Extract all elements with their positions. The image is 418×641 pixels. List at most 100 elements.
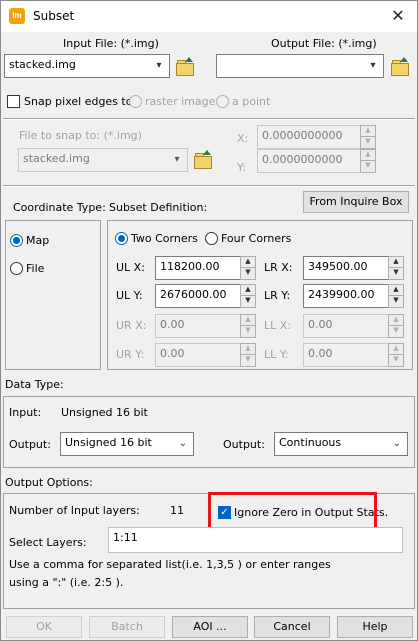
batch-button[interactable]: Batch <box>89 616 165 638</box>
num-input-layers-label: Number of Input layers: <box>9 504 140 517</box>
ul-y-value: 2676000.00 <box>160 288 227 301</box>
highlight-box <box>208 492 377 531</box>
snap-y-spinner[interactable]: ▲ ▼ <box>360 149 376 173</box>
ll-x-label: LL X: <box>264 319 291 332</box>
cancel-button[interactable]: Cancel <box>254 616 330 638</box>
data-type-label: Data Type: <box>5 378 64 391</box>
chevron-down-icon[interactable]: ▾ <box>365 57 381 75</box>
ul-x-spinner[interactable]: ▲ ▼ <box>240 256 256 280</box>
output-options-label: Output Options: <box>5 476 93 489</box>
app-icon: Im <box>9 8 25 24</box>
snap-x-value: 0.0000000000 <box>262 129 343 142</box>
ur-y-spinner[interactable]: ▲ ▼ <box>240 343 256 367</box>
map-label: Map <box>26 234 50 247</box>
open-folder-icon[interactable] <box>176 57 194 76</box>
layer-type-select[interactable]: Continuous ⌄ <box>274 432 408 456</box>
ul-y-label: UL Y: <box>116 289 143 302</box>
data-output-select[interactable]: Unsigned 16 bit ⌄ <box>60 432 194 456</box>
select-layers-input[interactable]: 1:11 <box>108 527 403 553</box>
output-file-label: Output File: (*.img) <box>271 37 377 50</box>
snap-file-combo[interactable]: stacked.img ▾ <box>18 148 188 172</box>
snap-pixel-edges-checkbox[interactable] <box>7 95 20 108</box>
snap-x-spinner[interactable]: ▲ ▼ <box>360 125 376 149</box>
chevron-down-icon[interactable]: ▾ <box>169 151 185 169</box>
snap-x-field[interactable]: 0.0000000000 <box>257 125 361 149</box>
data-output-label: Output: <box>9 438 51 451</box>
aoi-button[interactable]: AOI ... <box>172 616 248 638</box>
radio-file[interactable] <box>10 262 23 275</box>
num-input-layers-value: 11 <box>170 504 184 517</box>
data-input-label: Input: <box>9 406 42 419</box>
ll-x-spinner[interactable]: ▲ ▼ <box>388 314 404 338</box>
open-folder-icon[interactable] <box>391 57 409 76</box>
ll-x-value: 0.00 <box>308 318 333 331</box>
chevron-down-icon[interactable]: ⌄ <box>175 435 191 453</box>
ur-y-label: UR Y: <box>116 348 145 361</box>
title-bar: Im Subset ✕ <box>1 1 417 32</box>
help-button[interactable]: Help <box>337 616 413 638</box>
subset-definition-label: Subset Definition: <box>109 201 208 214</box>
lr-y-field[interactable]: 2439900.00 <box>303 284 389 308</box>
ul-y-spinner[interactable]: ▲ ▼ <box>240 284 256 308</box>
select-layers-hint-2: using a ":" (i.e. 2:5 ). <box>9 576 124 589</box>
close-icon[interactable]: ✕ <box>387 5 409 27</box>
radio-raster-image[interactable] <box>129 95 142 108</box>
ur-x-field[interactable]: 0.00 <box>155 314 241 338</box>
radio-two-corners[interactable] <box>115 232 128 245</box>
snap-file-value: stacked.img <box>23 152 90 165</box>
subset-dialog: Im Subset ✕ Input File: (*.img) stacked.… <box>0 0 418 641</box>
lr-y-spinner[interactable]: ▲ ▼ <box>388 284 404 308</box>
input-file-label: Input File: (*.img) <box>63 37 159 50</box>
ur-x-label: UR X: <box>116 319 147 332</box>
snap-pixel-edges-label: Snap pixel edges to <box>24 95 133 108</box>
ok-button[interactable]: OK <box>6 616 82 638</box>
select-layers-hint-1: Use a comma for separated list(i.e. 1,3,… <box>9 558 331 571</box>
lr-y-value: 2439900.00 <box>308 288 375 301</box>
ul-y-field[interactable]: 2676000.00 <box>155 284 241 308</box>
ul-x-value: 118200.00 <box>160 260 220 273</box>
ll-x-field[interactable]: 0.00 <box>303 314 389 338</box>
radio-a-point[interactable] <box>216 95 229 108</box>
a-point-label: a point <box>232 95 271 108</box>
ul-x-label: UL X: <box>116 261 145 274</box>
divider <box>3 185 415 187</box>
ur-x-value: 0.00 <box>160 318 185 331</box>
lr-x-value: 349500.00 <box>308 260 368 273</box>
input-file-value: stacked.img <box>9 58 76 71</box>
lr-x-field[interactable]: 349500.00 <box>303 256 389 280</box>
four-corners-label: Four Corners <box>221 232 292 245</box>
radio-four-corners[interactable] <box>205 232 218 245</box>
from-inquire-box-button[interactable]: From Inquire Box <box>303 191 409 213</box>
snap-y-label: Y: <box>237 161 246 174</box>
chevron-down-icon[interactable]: ⌄ <box>389 435 405 453</box>
ur-x-spinner[interactable]: ▲ ▼ <box>240 314 256 338</box>
ll-y-field[interactable]: 0.00 <box>303 343 389 367</box>
ur-y-value: 0.00 <box>160 347 185 360</box>
snap-y-field[interactable]: 0.0000000000 <box>257 149 361 173</box>
ur-y-field[interactable]: 0.00 <box>155 343 241 367</box>
input-file-combo[interactable]: stacked.img ▾ <box>4 54 170 78</box>
ul-x-field[interactable]: 118200.00 <box>155 256 241 280</box>
snap-file-label: File to snap to: (*.img) <box>19 129 142 142</box>
open-folder-icon[interactable] <box>194 150 212 169</box>
coordinate-type-label: Coordinate Type: <box>13 201 106 214</box>
ll-y-value: 0.00 <box>308 347 333 360</box>
lr-x-label: LR X: <box>264 261 293 274</box>
output-file-combo[interactable]: ▾ <box>216 54 384 78</box>
select-layers-label: Select Layers: <box>9 536 87 549</box>
lr-x-spinner[interactable]: ▲ ▼ <box>388 256 404 280</box>
layer-type-value: Continuous <box>279 436 342 449</box>
raster-image-label: raster image <box>145 95 216 108</box>
ll-y-spinner[interactable]: ▲ ▼ <box>388 343 404 367</box>
divider <box>3 118 415 120</box>
two-corners-label: Two Corners <box>131 232 198 245</box>
file-label: File <box>26 262 45 275</box>
snap-y-value: 0.0000000000 <box>262 153 343 166</box>
window-title: Subset <box>33 9 75 23</box>
radio-map[interactable] <box>10 234 23 247</box>
chevron-down-icon[interactable]: ▾ <box>151 57 167 75</box>
lr-y-label: LR Y: <box>264 289 291 302</box>
data-output-value: Unsigned 16 bit <box>65 436 152 449</box>
layer-type-label: Output: <box>223 438 265 451</box>
snap-x-label: X: <box>237 132 249 145</box>
